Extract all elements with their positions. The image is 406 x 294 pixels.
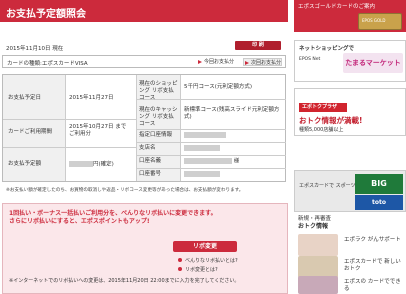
revolving-change-button[interactable]: リボ変更 [173,241,237,252]
otoku-subline: 種類5,000店舗以上 [299,127,344,133]
card-type-label: カードの種類:エポスカードVISA [7,61,88,67]
toto-logo: toto [355,195,403,210]
tamaru-market-logo: たまるマーケット [343,53,403,73]
gold-card-text: エポスゴールドカードのご案内 [298,4,376,10]
tab-next-payment[interactable]: 次回お支払分 [243,58,283,66]
account-name-value: 様 [184,158,239,166]
page-title: お支払予定額照会 [0,0,288,22]
account-number-label: 口座番号 [139,171,162,177]
shopping-course-value: 5千円コース(元利定額方式) [184,84,253,90]
bank-value [184,132,226,140]
new-offers-title: おトク情報 [298,223,329,230]
amount-suffix: 円(確定) [93,161,114,168]
shopping-course-label: 現在のショッピング リボ支払コース [139,81,178,101]
tab-current-payment[interactable]: 今回お支払分 [197,58,234,66]
link-revolving-change-info[interactable]: リボ変更とは? [178,266,218,273]
branch-value [184,145,220,153]
account-name-label: 口座名義 [139,158,162,164]
current-date: 2015年11月10日 現在 [6,46,64,52]
service-text: エポスの カードでできる [344,279,401,292]
cashing-course-label: 現在のキャッシング リボ支払コース [139,107,178,127]
main-content: お支払予定額照会 2015年11月10日 現在 印 刷 カードの種類:エポスカー… [0,0,288,294]
sports-lottery-banner[interactable]: エポスカードで スポーツくじ(toto・BIG) BIG toto [294,170,406,212]
gold-card-label: EPOS GOLD [362,18,386,23]
branch-label: 支店名 [139,145,156,151]
eposnet-logo: EPOS Net [299,57,321,62]
new-offers-small: 新規・再審査 [298,216,332,222]
new-offers-head: 新規・再審査 おトク情報 [294,216,406,231]
usage-period-value: 2015年10月27日 まで ご利用分 [69,124,127,137]
cashing-course-value: 新標準コース(残高スライド元利定額方式) [184,107,280,120]
promo-text: 1回払い・ボーナス一括払いご利用分を、べんりなリボ払いに変更できます。さらにリボ… [9,210,217,225]
due-date-value: 2015年11月27日 [69,95,114,101]
due-date-label: お支払予定日 [8,95,42,101]
amount-note: ※お支払い額が確定したのち、お買物の取消しや返品・リボコース変更等があった場合は… [6,188,244,193]
gold-card-image: EPOS GOLD [358,13,402,30]
service-item[interactable]: エポスの カードでできる [298,276,404,294]
account-number-value [184,171,220,179]
amount-masked [69,161,93,167]
service-item[interactable]: エポラク がんサポート [298,234,404,258]
print-button[interactable]: 印 刷 [235,41,281,50]
service-text: エポラク がんサポート [344,237,401,243]
gold-card-banner[interactable]: エポスゴールドカードのご案内 EPOS GOLD [294,0,406,32]
epotoku-plaza-banner[interactable]: エポトクプラザ おトク情報が満載! 種類5,000店舗以上 [294,88,406,136]
service-image [298,276,338,294]
amount-value: 円(確定) [69,161,114,169]
big-logo: BIG [355,174,403,194]
bank-label: 指定口座情報 [139,132,173,138]
epotoku-logo: エポトクプラザ [299,103,347,112]
service-image [298,256,338,278]
card-type-row: カードの種類:エポスカードVISA 今回お支払分 次回お支払分 [2,55,286,68]
service-text: エポスカードで 新しいおトク [344,259,401,272]
sidebar: エポスゴールドカードのご案内 EPOS GOLD ネットショッピングで EPOS… [294,0,406,294]
usage-period-label: カードご利用期間 [8,129,53,135]
service-image [298,234,338,256]
deadline-note: ※インターネットでのリボ払いへの変更は、2015年11月20日 22:00までに… [9,278,240,284]
link-revolving-info[interactable]: べんりなリボ払いとは? [178,257,238,264]
account-name-suffix: 様 [233,158,240,165]
amount-label: お支払予定額 [8,161,42,167]
revolving-promo-box: 1回払い・ボーナス一括払いご利用分を、べんりなリボ払いに変更できます。さらにリボ… [2,203,288,294]
payment-info-table: お支払予定日 2015年11月27日 カードご利用期間 2015年10月27日 … [2,74,286,182]
tamaru-market-banner[interactable]: ネットショッピングで EPOS Net たまるマーケット [294,40,406,82]
otoku-headline: おトク情報が満載! [299,116,363,125]
